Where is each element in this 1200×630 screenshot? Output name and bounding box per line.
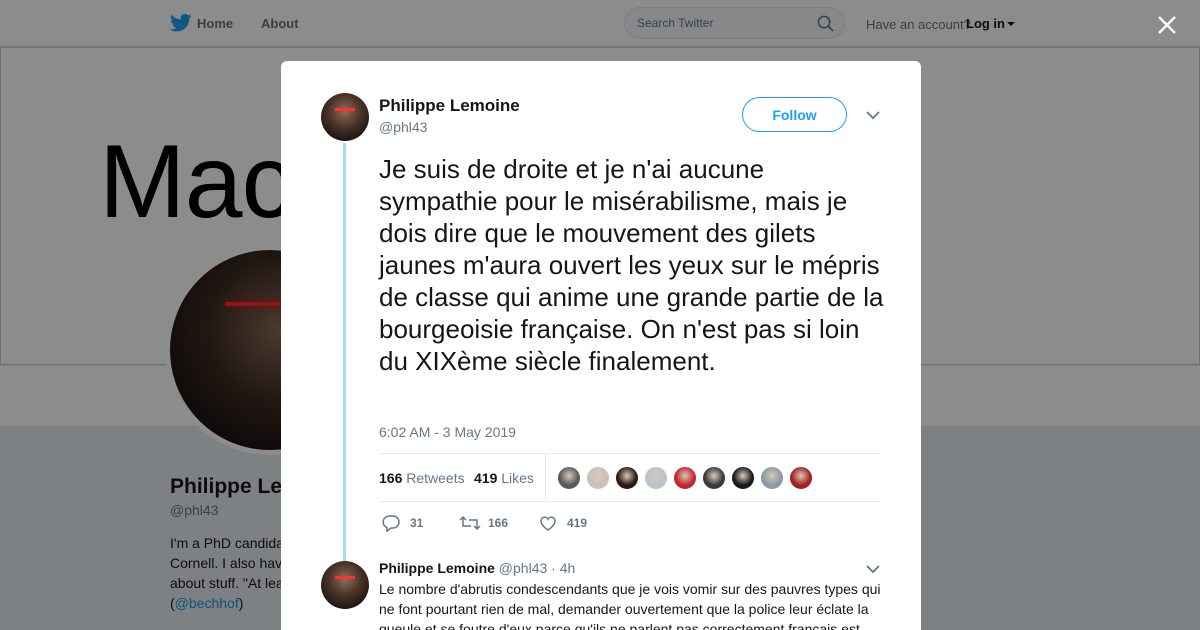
liker-avatar[interactable]	[731, 466, 755, 490]
likes-count[interactable]: 419	[474, 470, 497, 486]
reply-header: Philippe Lemoine @phl43 · 4h	[379, 560, 575, 576]
laser-eyes-decoration	[335, 576, 355, 579]
reply-author-handle[interactable]: @phl43	[499, 560, 547, 576]
tweet-stats: 166 Retweets 419 Likes	[379, 453, 881, 502]
liker-avatar[interactable]	[789, 466, 813, 490]
retweets-label[interactable]: Retweets	[406, 470, 464, 486]
reply-author-name[interactable]: Philippe Lemoine	[379, 560, 495, 576]
likes-stat[interactable]: 419 Likes	[474, 470, 534, 486]
liker-avatar[interactable]	[586, 466, 610, 490]
reply-separator: ·	[551, 560, 556, 576]
close-icon[interactable]	[1154, 12, 1180, 38]
likes-label[interactable]: Likes	[501, 470, 534, 486]
author-avatar[interactable]	[321, 93, 369, 141]
liker-avatar[interactable]	[702, 466, 726, 490]
retweet-count: 166	[488, 516, 509, 530]
like-count: 419	[567, 516, 588, 530]
tweet-timestamp[interactable]: 6:02 AM - 3 May 2019	[379, 424, 516, 440]
reply-count: 31	[410, 516, 424, 530]
tweet-text: Je suis de droite et je n'ai aucune symp…	[379, 154, 884, 376]
reply-icon[interactable]	[382, 514, 400, 532]
liker-avatar[interactable]	[644, 466, 668, 490]
reply-author-avatar[interactable]	[321, 561, 369, 609]
liker-avatar[interactable]	[615, 466, 639, 490]
liker-avatar[interactable]	[557, 466, 581, 490]
chevron-down-icon[interactable]	[865, 109, 881, 121]
retweets-count[interactable]: 166	[379, 470, 402, 486]
thread-connector-line	[343, 143, 346, 563]
stats-divider	[545, 454, 546, 501]
reply-time[interactable]: 4h	[560, 560, 576, 576]
tweet-modal: Philippe Lemoine @phl43 Follow Je suis d…	[281, 61, 921, 630]
heart-icon[interactable]	[539, 514, 557, 532]
reply-text: Le nombre d'abrutis condescendants que j…	[379, 581, 881, 630]
chevron-down-icon[interactable]	[865, 563, 881, 575]
author-name[interactable]: Philippe Lemoine	[379, 96, 520, 116]
follow-button[interactable]: Follow	[742, 97, 847, 132]
laser-eyes-decoration	[335, 108, 355, 111]
retweets-stat[interactable]: 166 Retweets	[379, 470, 465, 486]
author-handle[interactable]: @phl43	[379, 119, 427, 135]
liker-avatar[interactable]	[673, 466, 697, 490]
liker-avatar[interactable]	[760, 466, 784, 490]
tweet-actions: 31 166 419	[379, 513, 779, 533]
retweet-icon[interactable]	[459, 514, 481, 532]
